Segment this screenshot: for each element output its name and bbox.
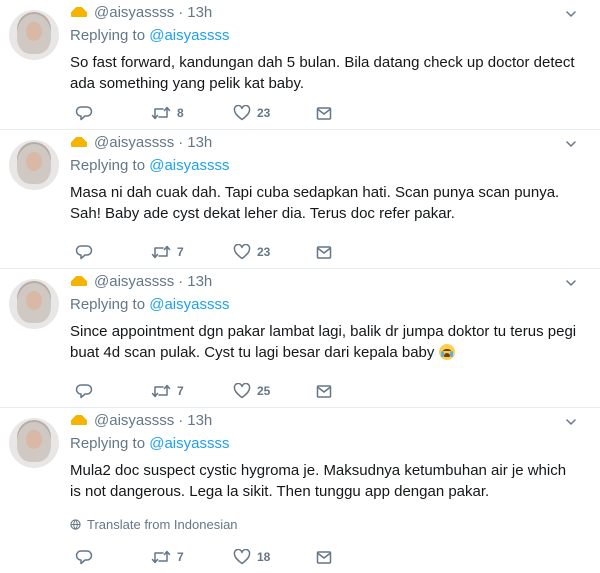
reply-button[interactable] (75, 549, 93, 565)
tweet[interactable]: @aisyassss · 13h Replying to @aisyassss … (0, 269, 600, 408)
replying-label: Replying to (70, 435, 146, 452)
reply-icon (75, 550, 93, 565)
separator: · (178, 411, 184, 429)
tweet-text: Since appointment dgn pakar lambat lagi,… (70, 323, 577, 361)
replying-to: Replying to @aisyassss (70, 296, 229, 313)
tweet-header: @aisyassss · 13h (70, 133, 212, 151)
mention-link[interactable]: @aisyassss (149, 435, 229, 452)
globe-icon (70, 519, 81, 530)
translate-label[interactable]: Translate from Indonesian (87, 517, 238, 532)
separator: · (178, 133, 184, 151)
chevron-down-icon[interactable] (566, 9, 576, 19)
mention-link[interactable]: @aisyassss (149, 27, 229, 44)
retweet-icon (151, 245, 171, 259)
reply-button[interactable] (75, 244, 93, 260)
timestamp[interactable]: 13h (187, 273, 212, 290)
tweet-header: @aisyassss · 13h (70, 411, 212, 429)
avatar[interactable] (9, 418, 59, 468)
translate-link[interactable]: Translate from Indonesian (70, 517, 238, 532)
direct-message-button[interactable] (316, 383, 332, 399)
replying-label: Replying to (70, 27, 146, 44)
retweet-button[interactable]: 7 (151, 383, 184, 399)
timestamp[interactable]: 13h (187, 4, 212, 21)
reply-icon (75, 245, 93, 260)
tweet-actions: 7 23 (70, 242, 370, 262)
timestamp[interactable]: 13h (187, 412, 212, 429)
like-count: 23 (257, 106, 271, 120)
crown-icon (70, 136, 88, 148)
retweet-button[interactable]: 8 (151, 105, 184, 121)
direct-message-button[interactable] (316, 244, 332, 260)
mention-link[interactable]: @aisyassss (149, 296, 229, 313)
heart-icon (233, 549, 251, 565)
user-handle[interactable]: @aisyassss (94, 273, 174, 290)
retweet-count: 7 (177, 550, 184, 564)
crown-icon (70, 275, 88, 287)
reply-button[interactable] (75, 383, 93, 399)
replying-label: Replying to (70, 157, 146, 174)
envelope-icon (316, 107, 332, 120)
retweet-count: 8 (177, 106, 184, 120)
envelope-icon (316, 246, 332, 259)
timestamp[interactable]: 13h (187, 134, 212, 151)
avatar[interactable] (9, 10, 59, 60)
like-button[interactable]: 18 (233, 549, 270, 565)
retweet-count: 7 (177, 384, 184, 398)
tweet[interactable]: @aisyassss · 13h Replying to @aisyassss … (0, 0, 600, 130)
crown-icon (70, 6, 88, 18)
tweet-text: Masa ni dah cuak dah. Tapi cuba sedapkan… (70, 184, 560, 222)
direct-message-button[interactable] (316, 549, 332, 565)
retweet-icon (151, 106, 171, 120)
tweet-actions: 7 25 (70, 381, 370, 401)
like-count: 18 (257, 550, 271, 564)
retweet-icon (151, 550, 171, 564)
envelope-icon (316, 385, 332, 398)
replying-to: Replying to @aisyassss (70, 157, 229, 174)
tweet-header: @aisyassss · 13h (70, 3, 212, 21)
tweet-actions: 8 23 (70, 103, 370, 123)
direct-message-button[interactable] (316, 105, 332, 121)
like-button[interactable]: 25 (233, 383, 270, 399)
tweet-text: Mula2 doc suspect cystic hygroma je. Mak… (70, 462, 567, 500)
separator: · (178, 272, 184, 290)
tweet-header: @aisyassss · 13h (70, 272, 212, 290)
mention-link[interactable]: @aisyassss (149, 157, 229, 174)
tweet-text: So fast forward, kandungan dah 5 bulan. … (70, 54, 575, 92)
replying-label: Replying to (70, 296, 146, 313)
tweet[interactable]: @aisyassss · 13h Replying to @aisyassss … (0, 130, 600, 269)
reply-icon (75, 384, 93, 399)
retweet-button[interactable]: 7 (151, 244, 184, 260)
reply-button[interactable] (75, 105, 93, 121)
avatar[interactable] (9, 140, 59, 190)
envelope-icon (316, 551, 332, 564)
retweet-button[interactable]: 7 (151, 549, 184, 565)
reply-icon (75, 106, 93, 121)
chevron-down-icon[interactable] (566, 278, 576, 288)
avatar[interactable] (9, 279, 59, 329)
like-count: 25 (257, 384, 271, 398)
loudly-crying-face-icon (438, 344, 455, 360)
tweet[interactable]: @aisyassss · 13h Replying to @aisyassss … (0, 408, 600, 573)
like-count: 23 (257, 245, 271, 259)
replying-to: Replying to @aisyassss (70, 435, 229, 452)
heart-icon (233, 244, 251, 260)
user-handle[interactable]: @aisyassss (94, 134, 174, 151)
replying-to: Replying to @aisyassss (70, 27, 229, 44)
tweet-text-container: Since appointment dgn pakar lambat lagi,… (70, 321, 580, 363)
retweet-count: 7 (177, 245, 184, 259)
user-handle[interactable]: @aisyassss (94, 412, 174, 429)
separator: · (178, 3, 184, 21)
heart-icon (233, 105, 251, 121)
crown-icon (70, 414, 88, 426)
retweet-icon (151, 384, 171, 398)
like-button[interactable]: 23 (233, 105, 270, 121)
like-button[interactable]: 23 (233, 244, 270, 260)
heart-icon (233, 383, 251, 399)
user-handle[interactable]: @aisyassss (94, 4, 174, 21)
chevron-down-icon[interactable] (566, 417, 576, 427)
chevron-down-icon[interactable] (566, 139, 576, 149)
tweet-actions: 7 18 (70, 547, 370, 567)
